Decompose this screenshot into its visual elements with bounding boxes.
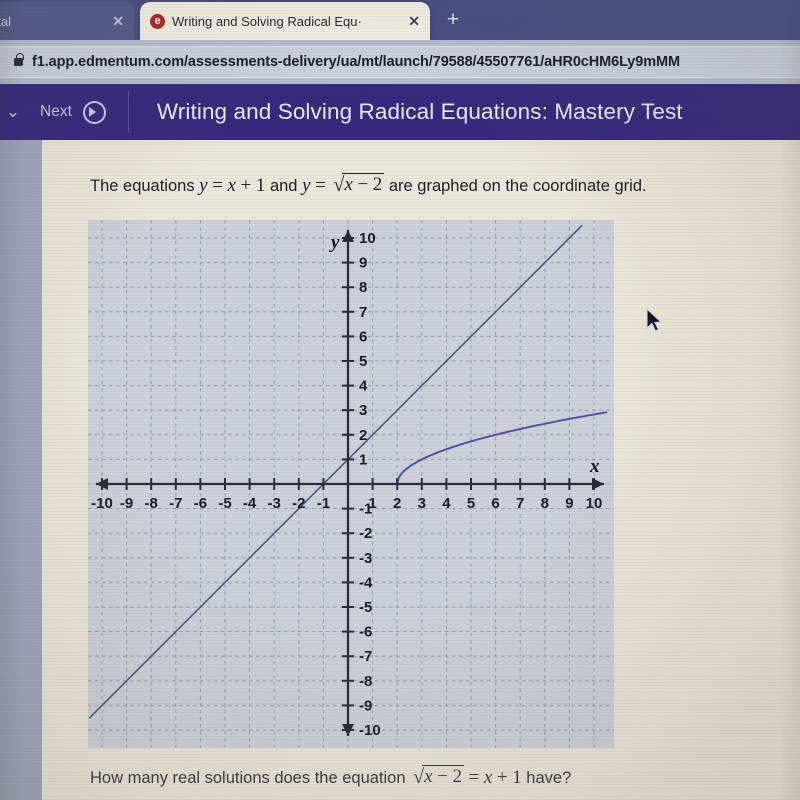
- y-tick-label: -1: [359, 501, 372, 518]
- x-tick-label: 10: [586, 495, 603, 512]
- edmentum-favicon-icon: e: [150, 13, 165, 29]
- x-tick-label: -2: [292, 495, 305, 512]
- address-bar-url: f1.app.edmentum.com/assessments-delivery…: [32, 54, 680, 70]
- x-tick-label: -3: [268, 495, 281, 512]
- y-tick-label: 8: [359, 279, 367, 296]
- mouse-pointer-icon: [646, 308, 663, 332]
- bottom-rhs-const: 1: [512, 767, 522, 788]
- y-tick-label: 9: [359, 255, 367, 272]
- bottom-rhs-var: x: [483, 767, 493, 788]
- y-tick-label: 10: [359, 230, 376, 247]
- next-button[interactable]: Next: [30, 91, 129, 133]
- radical-bar: x − 2: [342, 173, 385, 196]
- eq1-const: 1: [255, 175, 266, 196]
- chevron-down-icon[interactable]: ⌄: [0, 102, 30, 122]
- y-tick-label: -5: [359, 599, 372, 616]
- y-tick-label: 4: [359, 378, 368, 395]
- x-tick-label: 6: [491, 495, 499, 512]
- bottom-suffix: have?: [526, 769, 572, 787]
- y-tick-label: -10: [359, 722, 381, 739]
- prompt-mid: and: [269, 177, 298, 195]
- eq1-plus: +: [240, 175, 252, 196]
- x-tick-label: 3: [418, 495, 426, 512]
- x-tick-label: 9: [565, 495, 573, 512]
- y-tick-label: -3: [359, 550, 372, 567]
- x-tick-label: -6: [194, 495, 207, 512]
- browser-tab-strip: D Portal ✕ e Writing and Solving Radical…: [0, 0, 800, 40]
- question-bottom: How many real solutions does the equatio…: [90, 765, 790, 789]
- y-tick-label: -9: [359, 697, 372, 714]
- y-tick-label: 2: [359, 427, 367, 444]
- y-axis-label: y: [329, 232, 340, 253]
- circle-arrow-right-icon: [82, 100, 106, 124]
- bottom-prefix: How many real solutions does the equatio…: [90, 769, 406, 787]
- x-tick-label: 7: [516, 495, 524, 512]
- y-tick-label: -8: [359, 673, 372, 690]
- x-tick-label: 8: [541, 495, 549, 512]
- coordinate-grid-graph: -10 -9 -8 -7 -6 -5 -4 -3 -2 -1 1 2 3 4 5 6 7 8 9 10 -10 -9 -8-…: [88, 220, 614, 748]
- x-tick-label: -8: [145, 495, 158, 512]
- x-tick-label: 4: [442, 495, 451, 512]
- lock-icon: [14, 53, 24, 66]
- x-tick-label: -4: [243, 495, 257, 512]
- browser-toolbar: f1.app.edmentum.com/assessments-delivery…: [0, 40, 800, 84]
- eq2-minus: −: [357, 174, 369, 195]
- eq2-radical: √x − 2: [330, 173, 385, 197]
- question-prompt: The equations y = x + 1 and y = √x − 2 a…: [90, 173, 790, 197]
- y-tick-label: 3: [359, 402, 367, 419]
- browser-tab-title: D Portal: [0, 13, 11, 29]
- close-icon[interactable]: ✕: [408, 13, 420, 30]
- close-icon[interactable]: ✕: [112, 13, 124, 30]
- prompt-prefix: The equations: [90, 177, 195, 195]
- eq1-equals: =: [212, 175, 223, 196]
- browser-tab-active[interactable]: e Writing and Solving Radical Equ· ✕: [140, 2, 430, 40]
- eq2-lhs: y: [302, 175, 311, 196]
- radical-bar: x − 2: [422, 765, 464, 788]
- x-tick-label: -10: [91, 495, 113, 512]
- x-tick-label: 2: [393, 495, 401, 512]
- y-tick-label: 6: [359, 328, 367, 345]
- bottom-minus: −: [437, 766, 448, 787]
- bottom-rhs-plus: +: [496, 767, 508, 788]
- bottom-radicand: x: [424, 766, 433, 787]
- x-tick-label: 5: [467, 495, 475, 512]
- eq1-lhs: y: [199, 175, 208, 196]
- eq1-var: x: [227, 175, 236, 196]
- browser-tab-title: Writing and Solving Radical Equ·: [172, 13, 362, 29]
- x-axis-label: x: [589, 456, 600, 477]
- y-tick-label: -6: [359, 624, 372, 641]
- eq2-equals: =: [315, 175, 326, 196]
- x-tick-label: -7: [169, 495, 182, 512]
- x-tick-label: -9: [120, 495, 133, 512]
- next-button-label: Next: [40, 103, 72, 120]
- page-title: Writing and Solving Radical Equations: M…: [156, 99, 683, 124]
- left-rail: [0, 140, 42, 800]
- x-tick-label: -5: [218, 495, 231, 512]
- y-tick-label: 7: [359, 304, 367, 321]
- assessment-header: ⌄ Next Writing and Solving Radical Equat…: [0, 84, 800, 140]
- y-tick-label: -4: [359, 574, 373, 591]
- y-tick-label: -7: [359, 648, 372, 665]
- bottom-const: 2: [452, 766, 462, 787]
- prompt-suffix: are graphed on the coordinate grid.: [388, 177, 647, 195]
- y-tick-label: -2: [359, 525, 372, 542]
- y-tick-label: 5: [359, 353, 367, 370]
- address-bar[interactable]: f1.app.edmentum.com/assessments-delivery…: [0, 46, 800, 78]
- bottom-eq-radical: √x − 2: [410, 765, 464, 789]
- y-tick-label: 1: [359, 451, 367, 468]
- x-tick-label: -1: [317, 495, 330, 512]
- eq2-const: 2: [372, 174, 383, 195]
- new-tab-button[interactable]: +: [440, 8, 466, 34]
- bottom-equals: =: [468, 767, 480, 788]
- eq2-radicand: x: [344, 174, 353, 195]
- browser-tab-inactive[interactable]: D Portal ✕: [0, 2, 134, 40]
